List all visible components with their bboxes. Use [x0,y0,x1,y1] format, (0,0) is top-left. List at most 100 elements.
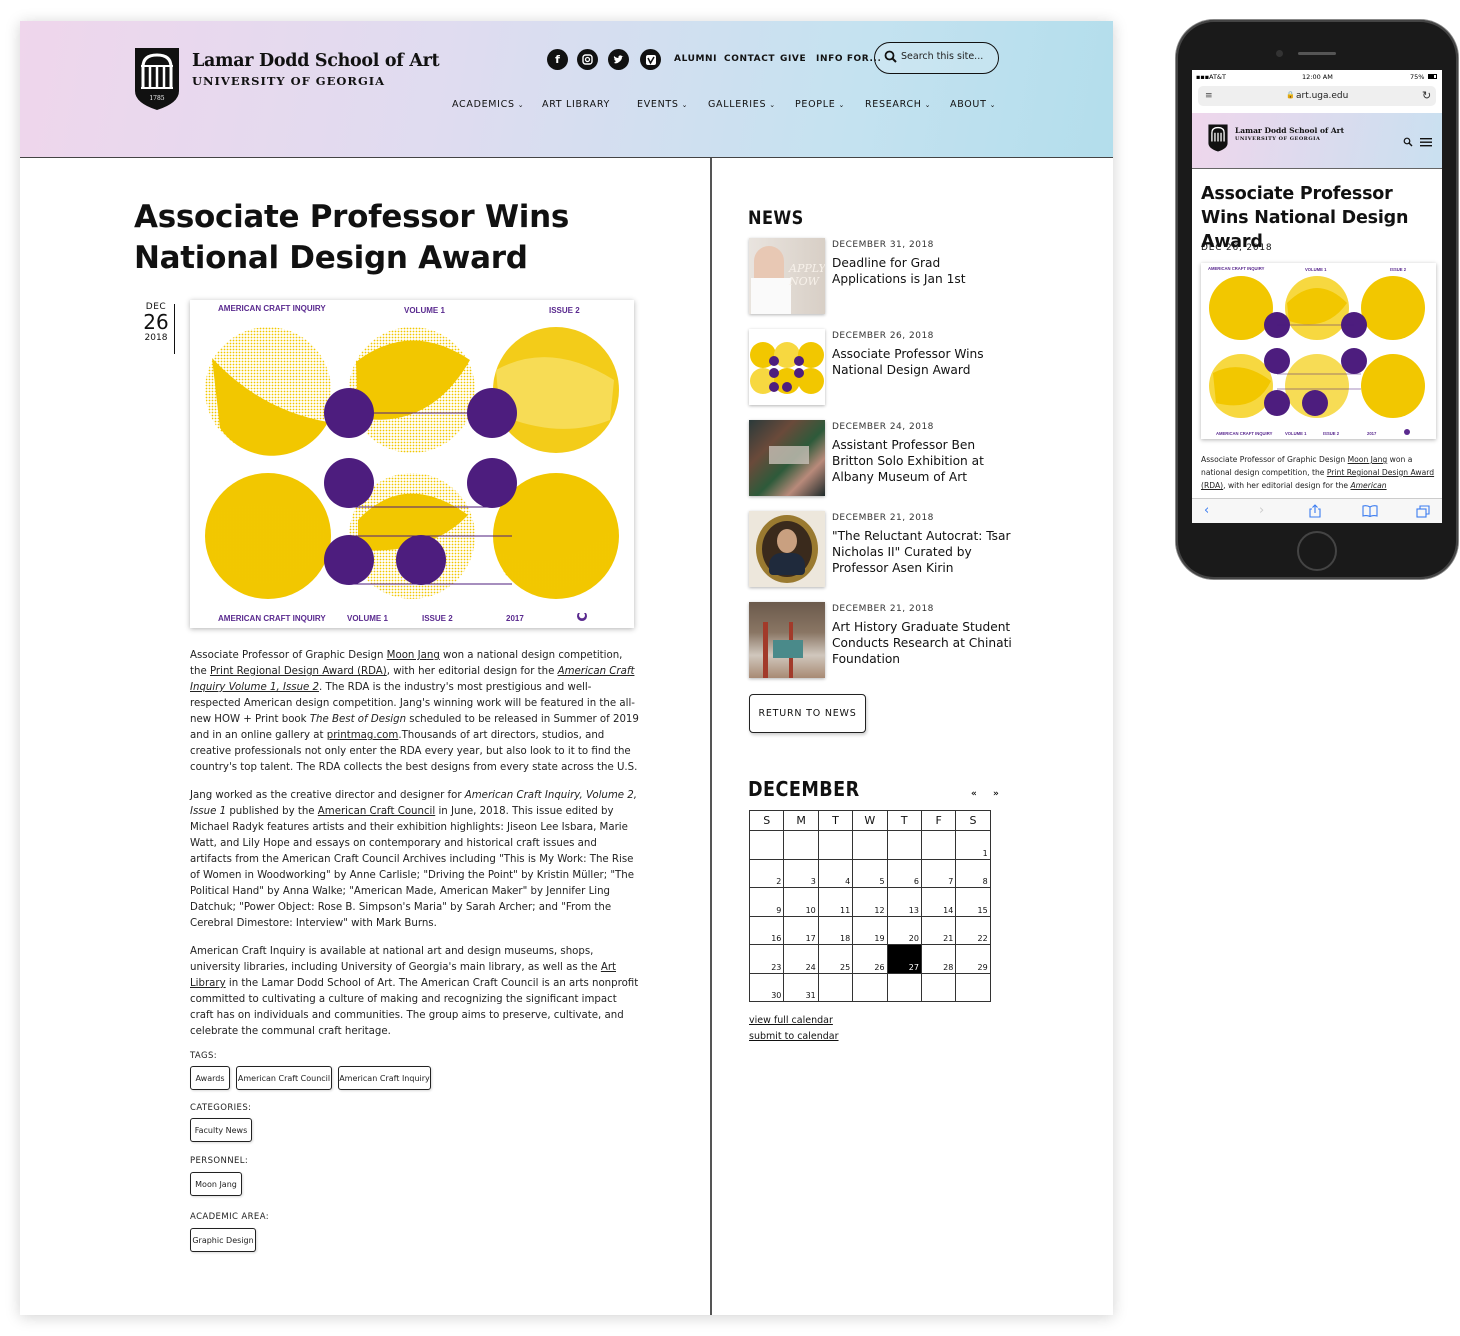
calendar-day[interactable]: 16 [748,915,785,945]
calendar-day[interactable]: 30 [748,972,785,1002]
view-full-calendar-link[interactable]: view full calendar [749,1015,833,1026]
calendar-day[interactable]: 18 [817,915,854,945]
calendar-day[interactable]: 5 [852,858,888,888]
personnel-label: PERSONNEL: [190,1156,249,1166]
calendar-day[interactable]: 6 [886,858,922,888]
utility-link-info-for[interactable]: INFO FOR... [816,54,882,64]
school-name[interactable]: Lamar Dodd School of Art [192,51,440,71]
facebook-icon[interactable]: f [547,49,568,70]
calendar-day[interactable]: 14 [920,887,957,917]
submit-to-calendar-link[interactable]: submit to calendar [749,1031,839,1042]
tag-american-craft-inquiry[interactable]: American Craft Inquiry [338,1066,431,1090]
news-thumb-3[interactable] [749,420,825,496]
calendar-day[interactable]: 3 [783,858,819,888]
academic-graphic-design[interactable]: Graphic Design [190,1228,256,1252]
calendar-day[interactable]: 22 [955,915,991,945]
calendar-day[interactable]: 17 [783,915,819,945]
tag-american-craft-council[interactable]: American Craft Council [236,1066,332,1090]
nav-art-library[interactable]: ART LIBRARY [542,99,610,110]
home-button[interactable] [1297,531,1337,571]
calendar-day[interactable]: 21 [920,915,957,945]
reader-icon[interactable]: ≡ [1205,91,1213,101]
link-printmag[interactable]: printmag.com [327,730,399,741]
news-title-4[interactable]: "The Reluctant Autocrat: Tsar Nicholas I… [832,528,1012,576]
poster-top-issue: ISSUE 2 [549,306,580,315]
tag-awards[interactable]: Awards [190,1066,230,1090]
category-faculty-news[interactable]: Faculty News [190,1118,252,1142]
news-title-1[interactable]: Deadline for Grad Applications is Jan 1s… [832,255,1012,287]
calendar-day[interactable]: 19 [852,915,888,945]
vimeo-icon[interactable] [640,49,661,70]
calendar-day[interactable]: 1 [955,830,991,860]
nav-academics[interactable]: ACADEMICS ⌄ [452,99,524,110]
news-title-2[interactable]: Associate Professor Wins National Design… [832,346,1012,378]
university-name[interactable]: UNIVERSITY OF GEORGIA [192,74,385,88]
calendar-day[interactable]: 13 [886,887,922,917]
nav-label: GALLERIES [708,99,767,110]
calendar-day[interactable]: 2 [748,858,785,888]
news-thumb-2[interactable] [749,329,825,405]
utility-link-give[interactable]: GIVE [780,54,806,64]
link-moon-jang[interactable]: Moon Jang [1348,455,1388,464]
news-title-5[interactable]: Art History Graduate Student Conducts Re… [832,619,1012,667]
calendar-day[interactable]: 29 [955,944,991,974]
calendar-day[interactable]: 11 [817,887,854,917]
url-text: art.uga.edu [1296,91,1349,101]
nav-about[interactable]: ABOUT ⌄ [950,99,996,110]
calendar-day[interactable]: 20 [886,915,922,945]
nav-events[interactable]: EVENTS ⌄ [637,99,688,110]
calendar-empty-cell [748,830,785,860]
calendar-day[interactable]: 9 [748,887,785,917]
link-print-rda[interactable]: Print Regional Design Award (RDA) [210,666,387,677]
calendar-day[interactable]: 23 [748,944,785,974]
uga-arch-logo-icon[interactable] [1208,124,1228,152]
search-input[interactable]: Search this site... [874,42,999,74]
nav-people[interactable]: PEOPLE ⌄ [795,99,845,110]
back-icon[interactable]: ‹ [1204,503,1209,518]
twitter-icon[interactable] [608,49,629,70]
return-to-news-button[interactable]: RETURN TO NEWS [749,694,866,733]
link-american-craft-council[interactable]: American Craft Council [318,806,435,817]
poster-bottom-title: AMERICAN CRAFT INQUIRY [218,614,326,623]
calendar-day[interactable]: 4 [817,858,854,888]
calendar-day[interactable]: 24 [783,944,819,974]
link-american-craft-inquiry[interactable]: American [1350,481,1386,490]
calendar-day[interactable]: 26 [852,944,888,974]
personnel-moon-jang[interactable]: Moon Jang [190,1172,242,1196]
utility-link-contact[interactable]: CONTACT [724,54,775,64]
calendar-day[interactable]: 27 [886,944,922,974]
utility-link-alumni[interactable]: ALUMNI [674,54,717,64]
nav-research[interactable]: RESEARCH ⌄ [865,99,931,110]
tabs-icon[interactable] [1416,505,1430,518]
calendar-day[interactable]: 8 [955,858,991,888]
address-bar[interactable]: ≡ 🔒 art.uga.edu ↻ [1198,86,1436,106]
calendar-day[interactable]: 12 [852,887,888,917]
calendar-day[interactable]: 10 [783,887,819,917]
portrait-face [777,529,797,553]
poster-top-title: AMERICAN CRAFT INQUIRY [1208,266,1265,271]
article-body: Associate Professor of Graphic Design Mo… [190,648,640,1052]
calendar-next-button[interactable]: » [993,789,999,799]
instagram-icon[interactable] [577,49,598,70]
forward-icon[interactable]: › [1259,503,1264,518]
calendar-day[interactable]: 15 [955,887,991,917]
news-thumb-5[interactable] [749,602,825,678]
clock: 12:00 AM [1302,73,1333,81]
uga-arch-logo-icon[interactable]: 1785 [134,47,180,111]
news-thumb-4[interactable] [749,511,825,587]
poster-top-title: AMERICAN CRAFT INQUIRY [218,304,326,313]
link-moon-jang[interactable]: Moon Jang [387,650,440,661]
calendar-day[interactable]: 25 [817,944,854,974]
news-thumb-1[interactable]: APPLY NOW [749,238,825,314]
calendar-prev-button[interactable]: « [971,789,977,799]
reload-icon[interactable]: ↻ [1422,89,1431,102]
calendar-day[interactable]: 31 [783,972,819,1002]
bookmarks-icon[interactable] [1362,505,1378,517]
search-icon[interactable] [1403,137,1413,147]
nav-galleries[interactable]: GALLERIES ⌄ [708,99,776,110]
calendar-day[interactable]: 28 [920,944,957,974]
news-title-3[interactable]: Assistant Professor Ben Britton Solo Exh… [832,437,1012,485]
calendar-day[interactable]: 7 [920,858,957,888]
share-icon[interactable] [1309,504,1321,518]
menu-icon[interactable] [1420,137,1432,147]
